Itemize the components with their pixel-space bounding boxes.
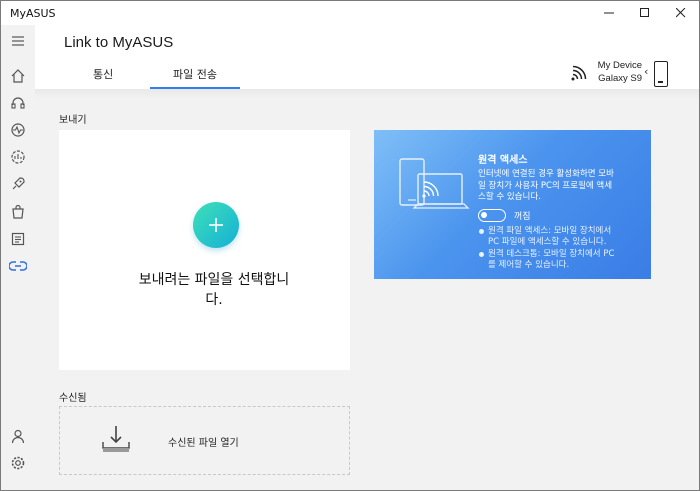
customer-support-icon[interactable] xyxy=(9,94,27,112)
open-received-files-label: 수신된 파일 열기 xyxy=(168,438,239,449)
send-file-card[interactable]: 보내려는 파일을 선택합니 다. xyxy=(59,130,350,370)
app-title: MyASUS xyxy=(10,6,56,20)
user-icon[interactable] xyxy=(9,427,27,445)
page-title: Link to MyASUS xyxy=(64,34,174,51)
download-icon xyxy=(102,426,130,452)
close-button[interactable] xyxy=(663,1,699,25)
bullet-text: 를 제어할 수 있습니다. xyxy=(488,260,570,270)
news-icon[interactable] xyxy=(9,230,27,248)
bullet-text: PC 파일에 액세스할 수 있습니다. xyxy=(488,237,607,247)
close-icon xyxy=(676,8,686,18)
received-section-label: 수신됨 xyxy=(59,393,87,404)
send-instruction: 보내려는 파일을 선택합니 다. xyxy=(129,270,299,310)
device-info: My Device Galaxy S9 xyxy=(598,59,642,85)
send-section-label: 보내기 xyxy=(59,115,87,126)
send-instruction-line1: 보내려는 파일을 선택합니 xyxy=(138,272,290,288)
device-label-line1: My Device xyxy=(597,60,642,71)
app-window: MyASUS Link to MyASUS 통신 파일 전송 My Device… xyxy=(0,0,700,491)
settings-icon[interactable] xyxy=(9,454,27,472)
link-to-myasus-icon[interactable] xyxy=(9,257,27,275)
app-deals-icon[interactable] xyxy=(9,175,27,193)
store-icon[interactable] xyxy=(9,203,27,221)
toggle-knob xyxy=(481,212,487,218)
remote-access-title: 원격 액세스 xyxy=(478,155,528,166)
window-controls xyxy=(591,1,699,25)
home-icon[interactable] xyxy=(9,67,27,85)
chevron-left-icon[interactable]: ‹ xyxy=(644,65,648,78)
phone-laptop-wifi-illustration xyxy=(399,158,470,209)
remote-desc-line2: 일 장치가 사용자 PC의 프로필에 액세 xyxy=(478,180,613,191)
minimize-icon xyxy=(604,12,614,14)
remote-desc-line1: 인터넷에 연결된 경우 활성화하면 모바 xyxy=(478,169,614,179)
tab-file-transfer[interactable]: 파일 전송 xyxy=(173,66,217,82)
list-item: 원격 파일 액세스: 모바일 장치에서 PC 파일에 액세스할 수 있습니다. xyxy=(478,226,648,248)
send-instruction-line2: 다. xyxy=(205,292,223,308)
list-item: 원격 데스크톱: 모바일 장치에서 PC 를 제어할 수 있습니다. xyxy=(478,249,648,271)
bullet-text: 원격 데스크톱: 모바일 장치에서 PC xyxy=(488,249,615,259)
device-name: Galaxy S9 xyxy=(598,73,642,84)
maximize-button[interactable] xyxy=(627,1,663,25)
remote-access-description: 인터넷에 연결된 경우 활성화하면 모바 일 장치가 사용자 PC의 프로필에 … xyxy=(478,169,648,204)
open-received-files-card[interactable]: 수신된 파일 열기 xyxy=(59,406,350,475)
system-diagnosis-icon[interactable] xyxy=(9,121,27,139)
sidebar xyxy=(1,25,35,490)
maximize-icon xyxy=(640,8,649,17)
remote-access-toggle[interactable] xyxy=(478,209,506,222)
add-file-button[interactable] xyxy=(193,202,239,248)
tab-communication[interactable]: 통신 xyxy=(93,66,113,82)
page-header: Link to MyASUS 통신 파일 전송 My Device Galaxy… xyxy=(35,25,699,89)
remote-desc-line3: 스할 수 있습니다. xyxy=(478,192,541,202)
phone-icon[interactable] xyxy=(654,61,668,87)
menu-icon[interactable] xyxy=(9,32,27,50)
toggle-state-label: 꺼짐 xyxy=(514,212,531,222)
plus-icon xyxy=(209,218,223,232)
remote-features-list: 원격 파일 액세스: 모바일 장치에서 PC 파일에 액세스할 수 있습니다. … xyxy=(478,226,648,272)
remote-access-card: 원격 액세스 인터넷에 연결된 경우 활성화하면 모바 일 장치가 사용자 PC… xyxy=(374,130,651,279)
hardware-settings-icon[interactable] xyxy=(9,148,27,166)
header-shadow xyxy=(35,89,699,99)
bullet-text: 원격 파일 액세스: 모바일 장치에서 xyxy=(488,226,612,236)
wifi-signal-icon xyxy=(571,65,587,81)
minimize-button[interactable] xyxy=(591,1,627,25)
title-bar: MyASUS xyxy=(1,1,699,25)
